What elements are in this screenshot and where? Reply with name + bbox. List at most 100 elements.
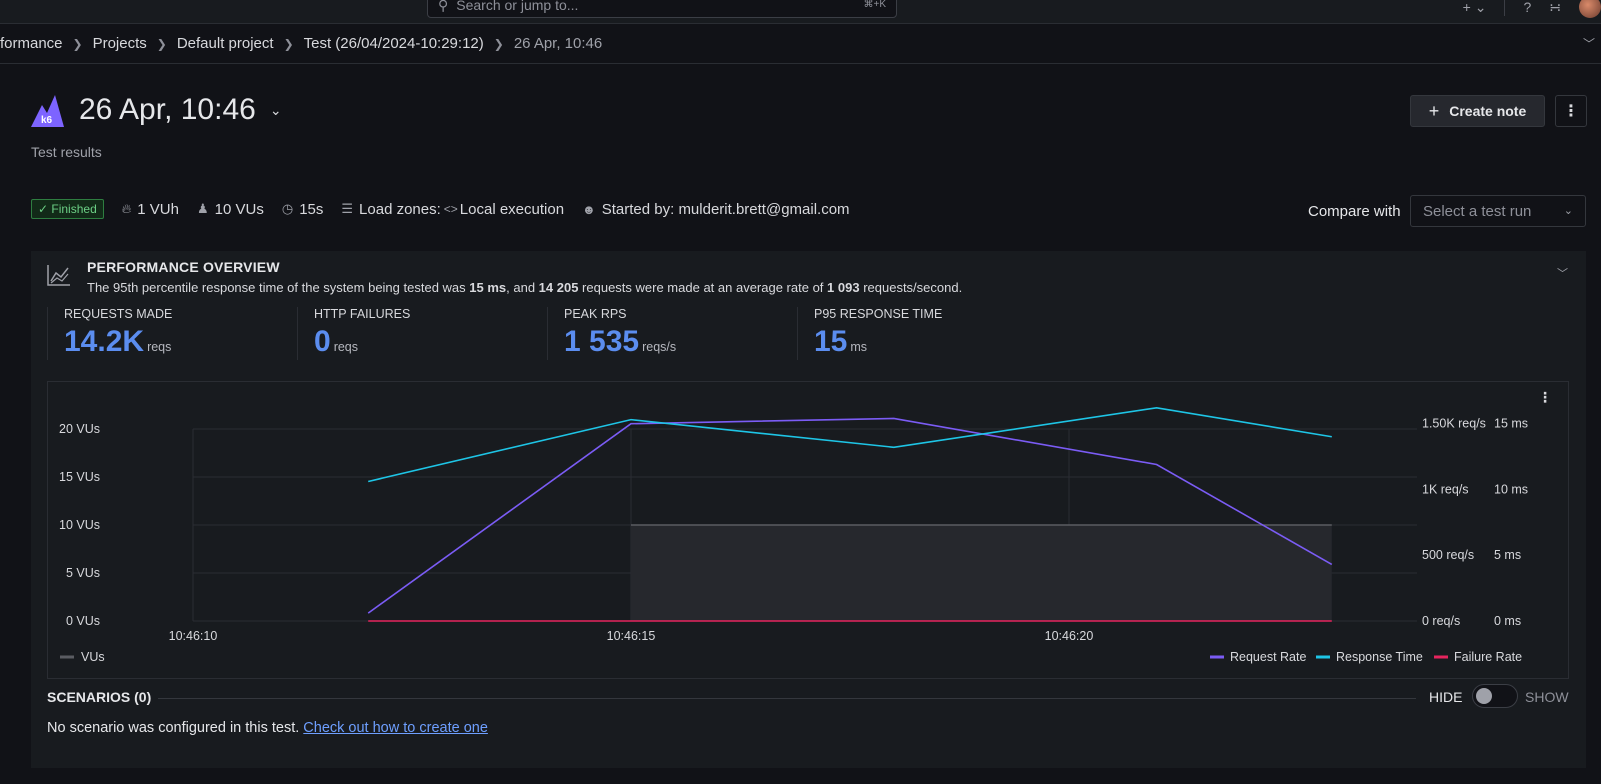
status-badge: ✓ Finished [31,199,104,219]
y-tick-label-vus: 15 VUs [59,470,100,484]
y-tick-label-rps: 500 req/s [1422,548,1474,562]
test-meta: ✓ Finished 🔥︎ 1 VUh ♟ 10 VUs ◷ 15s ☰ Load zo… [31,199,868,219]
top-bar: ⚲ Search or jump to... ⌘+K + ⌄ ? ∺ [0,0,1601,24]
top-actions: + ⌄ ? ∺ [1463,0,1601,18]
stat-value: 1 535 [564,325,640,358]
stat-unit: reqs [333,340,359,354]
x-tick-label: 10:46:20 [1045,629,1094,643]
stat-p95: P95 RESPONSE TIME 15 ms [797,307,942,360]
legend-label: VUs [81,650,105,664]
svg-text:k6: k6 [41,115,53,126]
stat-value: 14.2K [64,325,145,358]
create-scenario-link[interactable]: Check out how to create one [303,720,488,736]
load-zones-label: Load zones: [359,200,441,218]
breadcrumb-item[interactable]: Test (26/04/2024-10:29:12) [304,35,484,52]
compare-placeholder: Select a test run [1423,202,1532,220]
stat-peak-rps: PEAK RPS 1 535 reqs/s [547,307,676,360]
stat-label: PEAK RPS [564,307,627,321]
desc-p95: 15 ms [469,280,507,295]
stat-label: HTTP FAILURES [314,307,411,321]
duration-value: 15s [299,200,324,218]
status-label: Finished [51,202,97,216]
plus-icon: + [1428,100,1440,121]
users-icon: ♟ [197,201,209,216]
overview-chart: ⋮ 0 VUs 5 VUs 10 VUs 15 VUs 20 VUs 10:46:10 10… [47,381,1569,679]
compare-label: Compare with [1308,203,1401,220]
show-label: SHOW [1525,689,1569,705]
fire-icon: 🔥︎ [121,201,132,216]
y-tick-label-vus: 20 VUs [59,422,100,436]
page-subtitle: Test results [31,144,102,160]
duration-item: ◷ 15s [282,201,324,218]
create-note-button[interactable]: + Create note [1410,95,1545,127]
user-icon: ☻ [582,201,596,217]
breadcrumb: formance ❯ Projects ❯ Default project ❯ … [0,24,1601,64]
breadcrumb-current: 26 Apr, 10:46 [513,35,603,52]
search-shortcut: ⌘+K [863,0,886,10]
chevron-right-icon: ❯ [156,36,167,51]
chevron-up-icon[interactable]: ﹀ [1583,35,1595,52]
divider [158,698,1416,699]
started-by-item: ☻ Started by: mulderit.brett@gmail.com [582,201,850,218]
overview-description: The 95th percentile response time of the… [87,280,962,295]
chevron-right-icon: ❯ [72,36,83,51]
toggle-knob [1476,688,1492,704]
kebab-icon: ⋮ [1563,103,1579,120]
y-tick-label-ms: 10 ms [1494,482,1528,496]
stat-value: 15 [814,325,848,358]
y-tick-label-ms: 0 ms [1494,614,1521,628]
news-icon[interactable]: ∺ [1549,0,1561,16]
y-tick-label-vus: 10 VUs [59,518,100,532]
clock-icon: ◷ [281,201,294,216]
search-placeholder: Search or jump to... [456,0,579,13]
more-options-button[interactable]: ⋮ [1555,95,1587,127]
y-tick-label-rps: 1.50K req/s [1422,417,1486,431]
database-icon: ☰ [341,201,354,216]
chevron-right-icon: ❯ [283,36,294,51]
search-icon: ⚲ [438,0,449,13]
stat-requests: REQUESTS MADE 14.2K reqs [47,307,172,360]
vus-item: ♟ 10 VUs [197,201,264,218]
scenarios-toggle[interactable] [1472,684,1518,708]
scenarios-text: No scenario was configured in this test. [47,720,304,736]
x-tick-label: 10:46:15 [607,629,656,643]
desc-rate: 1 093 [827,280,860,295]
desc-part: requests/second. [859,280,963,295]
stat-unit: reqs/s [642,340,677,354]
search-input[interactable]: ⚲ Search or jump to... ⌘+K [427,0,897,18]
breadcrumb-item[interactable]: Default project [177,35,274,52]
hide-label: HIDE [1429,689,1463,705]
help-icon[interactable]: ? [1523,0,1531,15]
stat-label: P95 RESPONSE TIME [814,307,943,321]
chart-icon [47,265,70,286]
chevron-up-icon[interactable]: ﹀ [1557,265,1568,281]
legend-label: Request Rate [1230,650,1306,664]
scenarios-empty-text: No scenario was configured in this test.… [47,720,488,736]
y-tick-label-rps: 1K req/s [1422,482,1469,496]
breadcrumb-item[interactable]: formance [0,35,63,52]
divider [1504,0,1506,16]
add-icon[interactable]: + ⌄ [1463,0,1487,16]
started-by-value: Started by: mulderit.brett@gmail.com [601,200,850,218]
k6-logo-icon: k6 [31,95,64,127]
chevron-down-icon[interactable]: ⌄ [270,102,282,119]
chart-canvas: 0 VUs 5 VUs 10 VUs 15 VUs 20 VUs 10:46:10 10:4… [59,406,1528,664]
desc-part: , and [506,280,539,295]
chevron-down-icon: ⌄ [1563,205,1573,217]
performance-overview-panel: PERFORMANCE OVERVIEW The 95th percentile… [31,251,1586,768]
stat-value: 0 [314,325,331,358]
breadcrumb-item[interactable]: Projects [93,35,147,52]
avatar[interactable] [1579,0,1601,18]
compare-select[interactable]: Select a test run ⌄ [1410,195,1586,227]
chevron-right-icon: ❯ [493,36,504,51]
stat-label: REQUESTS MADE [64,307,173,321]
legend-label: Failure Rate [1454,650,1522,664]
vuh-item: 🔥︎ 1 VUh [122,201,179,218]
overview-title: PERFORMANCE OVERVIEW [87,259,280,275]
create-note-label: Create note [1449,103,1527,119]
vuh-value: 1 VUh [137,200,179,218]
scenarios-title: SCENARIOS (0) [47,689,152,705]
y-tick-label-ms: 5 ms [1494,548,1521,562]
desc-requests: 14 205 [538,280,579,295]
load-zones-item: ☰ Load zones: <> Local execution [341,201,564,218]
